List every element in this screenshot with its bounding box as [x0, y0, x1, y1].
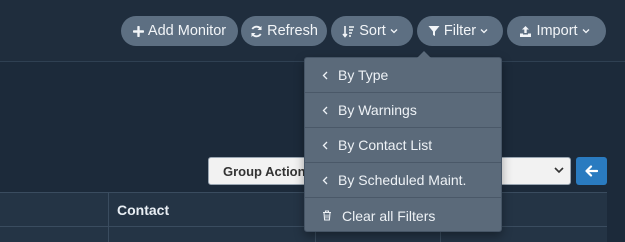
add-monitor-button[interactable]: Add Monitor	[121, 16, 238, 46]
add-monitor-label: Add Monitor	[147, 23, 227, 39]
filter-menu-item-clear-all[interactable]: Clear all Filters	[305, 198, 501, 233]
group-actions-label: Group Actions	[223, 163, 313, 179]
sort-button[interactable]: Sort	[331, 16, 413, 46]
filter-menu-item-label: By Type	[338, 67, 389, 83]
filter-dropdown-menu: By Type By Warnings By Contact List By S…	[304, 51, 502, 233]
filter-label: Filter	[443, 23, 477, 39]
chevron-left-icon	[322, 176, 328, 184]
sort-label: Sort	[359, 23, 386, 39]
filter-menu-item-by-scheduled-maint[interactable]: By Scheduled Maint.	[305, 163, 501, 198]
refresh-button[interactable]: Refresh	[241, 16, 327, 46]
filter-icon	[428, 26, 440, 36]
chevron-down-icon	[390, 29, 398, 34]
sort-icon	[342, 25, 355, 38]
filter-menu-item-by-contact-list[interactable]: By Contact List	[305, 128, 501, 163]
upload-icon	[520, 25, 532, 37]
filter-menu-item-label: By Scheduled Maint.	[338, 172, 467, 188]
refresh-icon	[251, 25, 262, 37]
chevron-down-icon	[480, 29, 488, 34]
column-header-contact[interactable]: Contact	[117, 202, 169, 218]
filter-menu-item-label: By Contact List	[338, 137, 433, 153]
chevron-left-icon	[322, 71, 328, 79]
toolbar: Add Monitor Refresh Sort Filter Import	[0, 0, 625, 62]
filter-menu-item-by-type[interactable]: By Type	[305, 58, 501, 93]
chevron-down-icon	[582, 29, 590, 34]
chevron-down-icon	[554, 167, 564, 174]
filter-menu-item-by-warnings[interactable]: By Warnings	[305, 93, 501, 128]
column-divider	[108, 193, 109, 242]
scroll-gutter	[607, 192, 625, 242]
filter-menu-item-label: By Warnings	[338, 102, 417, 118]
plus-icon	[132, 25, 144, 37]
import-label: Import	[536, 23, 578, 39]
chevron-left-icon	[322, 141, 328, 149]
filter-button[interactable]: Filter	[417, 16, 503, 46]
trash-icon	[323, 210, 331, 221]
import-button[interactable]: Import	[507, 16, 606, 46]
refresh-label: Refresh	[267, 23, 318, 39]
chevron-left-icon	[322, 106, 328, 114]
arrow-left-icon	[585, 165, 598, 177]
group-actions-go-button[interactable]	[576, 157, 607, 185]
filter-menu-item-label: Clear all Filters	[342, 207, 436, 224]
